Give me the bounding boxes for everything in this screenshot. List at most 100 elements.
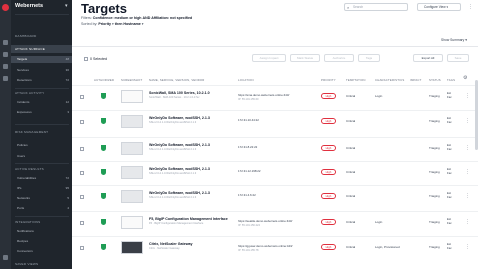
- rail-home-icon[interactable]: [3, 40, 8, 45]
- section-attack-surface[interactable]: ATTACK SURFACE: [11, 45, 72, 53]
- column-status[interactable]: STATUS: [429, 78, 441, 82]
- column-authorized[interactable]: AUTHORIZED: [94, 78, 114, 82]
- status-value[interactable]: Triaging: [429, 119, 440, 123]
- screenshot-thumbnail[interactable]: [121, 166, 143, 179]
- status-value[interactable]: Triaging: [429, 146, 440, 150]
- target-name[interactable]: SonicWall, SMA 100 Series, 10.2.1.0: [149, 91, 235, 95]
- target-name[interactable]: WeOnlyDo Software, wodSSH, 2.1.3: [149, 191, 235, 195]
- select-all-checkbox[interactable]: [84, 57, 88, 61]
- column-name[interactable]: NAME, SERVICE, VERSION, VENDOR: [149, 78, 205, 82]
- section-dashboard[interactable]: DASHBOARD: [15, 34, 36, 38]
- column-temptation[interactable]: TEMPTATION: [346, 78, 366, 82]
- row-menu-icon[interactable]: ⋮: [465, 244, 470, 250]
- screenshot-thumbnail[interactable]: [121, 90, 143, 103]
- sidebar-item-policies[interactable]: Policies: [11, 142, 72, 149]
- export-all-button[interactable]: Export All: [413, 54, 443, 62]
- status-value[interactable]: Triaging: [429, 94, 440, 98]
- configure-view-button[interactable]: Configure View ▾: [417, 3, 461, 11]
- org-name[interactable]: Webernets: [15, 3, 43, 9]
- status-value[interactable]: Triaging: [429, 170, 440, 174]
- rail-targets-icon[interactable]: [3, 52, 8, 57]
- chevron-down-icon[interactable]: ▾: [65, 3, 68, 9]
- row-checkbox[interactable]: [80, 195, 84, 199]
- column-screenshot[interactable]: SCREENSHOT: [121, 78, 142, 82]
- section-attack-activity[interactable]: ATTACK ACTIVITY: [15, 91, 44, 95]
- assign-impact-button[interactable]: Assign Impact: [252, 54, 286, 62]
- more-options-icon[interactable]: ⋮: [468, 4, 473, 10]
- screenshot-thumbnail[interactable]: [121, 216, 143, 229]
- row-checkbox[interactable]: [80, 246, 84, 250]
- filters-summary[interactable]: Filters: Confidence: medium or high AND …: [81, 16, 192, 20]
- column-characteristics[interactable]: CHARACTERISTICS: [375, 78, 404, 82]
- row-checkbox[interactable]: [80, 95, 84, 99]
- authorize-button[interactable]: Authorize: [324, 54, 354, 62]
- sidebar-item-users[interactable]: Users: [11, 153, 72, 160]
- row-menu-icon[interactable]: ⋮: [465, 145, 470, 151]
- sidebar-item-targets[interactable]: Targets 48: [11, 56, 72, 63]
- target-location[interactable]: 172.31.4.6:22: [238, 193, 316, 197]
- target-location[interactable]: 172.31.10.44:22: [238, 118, 316, 122]
- sidebar-item-vulnerabilities[interactable]: Vulnerabilities 72: [11, 175, 72, 182]
- rail-activity-icon[interactable]: [3, 64, 8, 69]
- status-value[interactable]: Triaging: [429, 194, 440, 198]
- table-row[interactable]: WeOnlyDo Software, wodSSH, 2.1.3 SSH-2.0-…: [72, 137, 478, 160]
- screenshot-thumbnail[interactable]: [121, 241, 143, 254]
- target-location[interactable]: 172.31.8.22:22: [238, 145, 316, 149]
- sidebar-item-ports[interactable]: Ports 4: [11, 205, 72, 212]
- row-menu-icon[interactable]: ⋮: [465, 219, 470, 225]
- sidebar-item-exposures[interactable]: Exposures 3: [11, 109, 72, 116]
- target-name[interactable]: WeOnlyDo Software, wodSSH, 2.1.3: [149, 116, 235, 120]
- row-menu-icon[interactable]: ⋮: [465, 118, 470, 124]
- section-risk-management[interactable]: RISK MANAGEMENT: [15, 130, 48, 134]
- sidebar-item-detections[interactable]: Detections 72: [11, 77, 72, 84]
- target-location[interactable]: https://seattle.demo.webernets.online:44…: [238, 219, 316, 223]
- search-input[interactable]: ⌕ Search: [344, 3, 408, 11]
- sidebar-item-incidents[interactable]: Incidents 12: [11, 99, 72, 106]
- sidebar-item-ips[interactable]: IPs 95: [11, 185, 72, 192]
- row-checkbox[interactable]: [80, 171, 84, 175]
- mark-status-button[interactable]: Mark Status: [290, 54, 320, 62]
- section-saved-views[interactable]: SAVED VIEWS: [15, 262, 38, 266]
- column-tags[interactable]: TAGS: [447, 78, 455, 82]
- table-row[interactable]: WeOnlyDo Software, wodSSH, 2.1.3 SSH-2.0-…: [72, 161, 478, 184]
- row-menu-icon[interactable]: ⋮: [465, 169, 470, 175]
- sort-hostname[interactable]: Hostname: [123, 22, 140, 26]
- app-logo[interactable]: [2, 4, 9, 11]
- table-row[interactable]: WeOnlyDo Software, wodSSH, 2.1.3 SSH-2.0-…: [72, 110, 478, 133]
- target-name[interactable]: Citrix, NetScaler Gateway: [149, 242, 235, 246]
- target-name[interactable]: WeOnlyDo Software, wodSSH, 2.1.3: [149, 143, 235, 147]
- target-name[interactable]: F5, BigIP Configuration Management Inter…: [149, 217, 235, 221]
- table-row[interactable]: F5, BigIP Configuration Management Inter…: [72, 211, 478, 234]
- rail-settings-icon[interactable]: [3, 255, 8, 260]
- column-impact[interactable]: IMPACT: [410, 78, 422, 82]
- screenshot-thumbnail[interactable]: [121, 142, 143, 155]
- status-value[interactable]: Triaging: [429, 220, 440, 224]
- table-row[interactable]: Citrix, NetScaler Gateway Citrix · NetSca…: [72, 236, 478, 259]
- row-checkbox[interactable]: [80, 120, 84, 124]
- target-name[interactable]: WeOnlyDo Software, wodSSH, 2.1.3: [149, 167, 235, 171]
- sidebar-item-recipes[interactable]: Recipes: [11, 238, 72, 245]
- row-menu-icon[interactable]: ⋮: [465, 193, 470, 199]
- tags-button[interactable]: Tags: [358, 54, 380, 62]
- sidebar-item-connectors[interactable]: Connectors: [11, 248, 72, 255]
- table-row[interactable]: WeOnlyDo Software, wodSSH, 2.1.3 SSH-2.0-…: [72, 185, 478, 208]
- target-location[interactable]: https://gguser.demo.webernets.online:443…: [238, 244, 316, 248]
- sidebar-item-services[interactable]: Services 30: [11, 67, 72, 74]
- sidebar-item-notifications[interactable]: Notifications: [11, 228, 72, 235]
- row-checkbox[interactable]: [80, 221, 84, 225]
- save-button[interactable]: Save: [447, 54, 469, 62]
- sort-priority[interactable]: Priority: [98, 22, 111, 26]
- section-active-results[interactable]: ACTIVE RESULTS: [15, 167, 44, 171]
- show-summary-link[interactable]: Show Summary ▾: [441, 38, 467, 42]
- screenshot-thumbnail[interactable]: [121, 115, 143, 128]
- status-value[interactable]: Triaging: [429, 245, 440, 249]
- column-priority[interactable]: PRIORITY: [321, 78, 336, 82]
- table-row[interactable]: SonicWall, SMA 100 Series, 10.2.1.0 Sonic…: [72, 85, 478, 108]
- screenshot-thumbnail[interactable]: [121, 190, 143, 203]
- sort-summary[interactable]: Sorted by: Priority ▾ then Hostname ▾: [81, 22, 144, 26]
- row-checkbox[interactable]: [80, 147, 84, 151]
- target-location[interactable]: 172.31.12.198:22: [238, 169, 316, 173]
- column-location[interactable]: LOCATION: [238, 78, 254, 82]
- filter-confidence[interactable]: Confidence: medium or high: [93, 16, 142, 20]
- filter-affiliation[interactable]: Affiliation: not specified: [151, 16, 192, 20]
